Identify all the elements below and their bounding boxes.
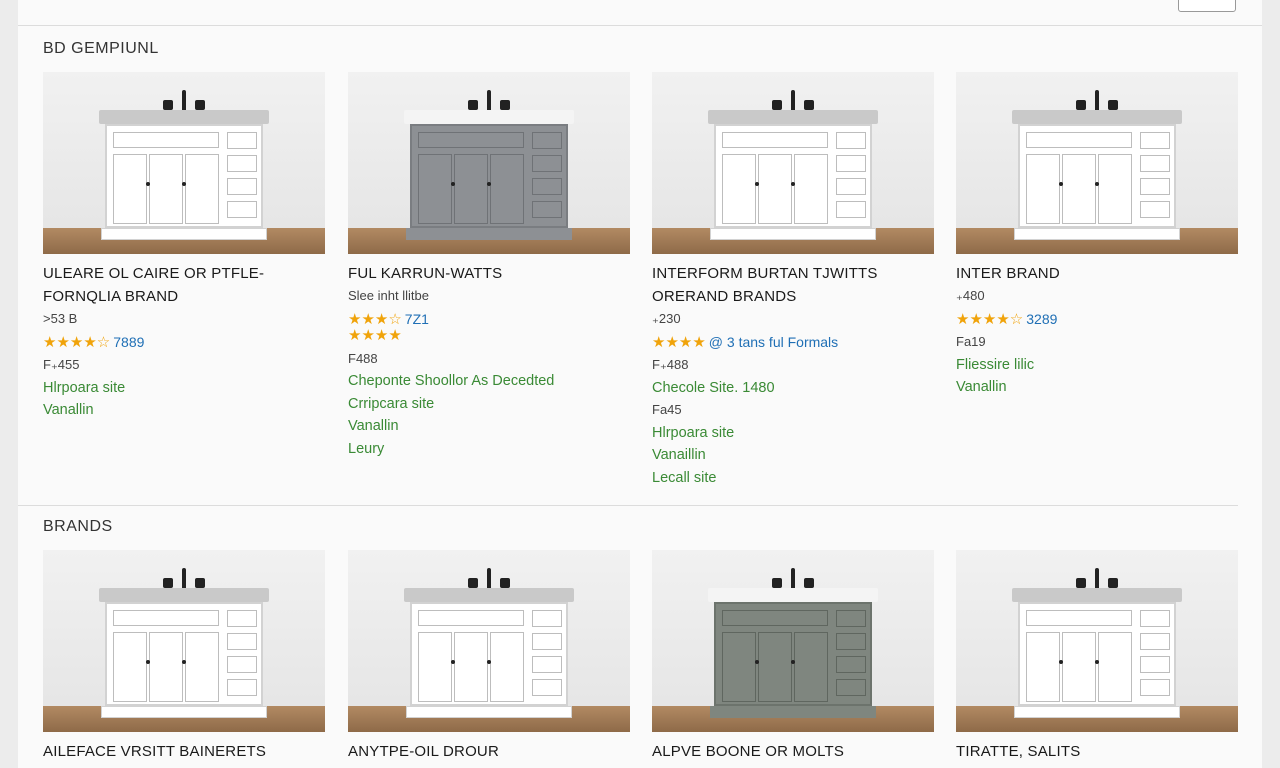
star-empty-icon: ☆ xyxy=(1009,310,1024,328)
product-link[interactable]: Fliessire lilic xyxy=(956,354,1238,377)
product-link[interactable]: Leury xyxy=(348,438,630,461)
vanity-illustration xyxy=(708,90,878,246)
product-card[interactable]: ANYTPE-OIL DROUR xyxy=(348,550,630,768)
page: BD GEMPIUNL ULEARE OL CAIRE OR PTFLE- FO… xyxy=(18,0,1262,768)
star-rating: ★★★★ xyxy=(652,333,706,351)
product-title[interactable]: ULEARE OL CAIRE OR PTFLE- FORNQLIA BRAND xyxy=(43,262,325,308)
vanity-illustration xyxy=(99,568,269,724)
product-image[interactable] xyxy=(652,72,934,254)
section-divider xyxy=(18,505,1238,506)
star-rating: ★★★★ xyxy=(956,310,1010,328)
star-empty-icon: ★ xyxy=(388,327,402,344)
product-image[interactable] xyxy=(348,72,630,254)
product-line: Fa45 xyxy=(652,402,682,417)
vanity-illustration xyxy=(1012,90,1182,246)
rating-count[interactable]: @ 3 tans ful Formals xyxy=(709,334,838,350)
product-card[interactable]: ALPVE BOONE OR MOLTS xyxy=(652,550,934,768)
product-link[interactable]: Vanallin xyxy=(956,376,1238,399)
rating-row-2: ★★★★ xyxy=(348,325,630,348)
rating-row[interactable]: ★★★★ @ 3 tans ful Formals xyxy=(652,331,934,355)
product-title[interactable]: TIRATTE, SALITS xyxy=(956,740,1238,768)
product-link[interactable]: Crripcara site xyxy=(348,393,630,416)
vanity-illustration xyxy=(708,568,878,724)
product-image[interactable] xyxy=(956,72,1238,254)
product-title[interactable]: INTERFORM BURTAN TJWITTS ORERAND BRANDS xyxy=(652,262,934,308)
product-image[interactable] xyxy=(43,72,325,254)
star-rating: ★★★★ xyxy=(43,333,97,351)
product-subtitle: >53 B xyxy=(43,311,78,326)
section-title-1: BD GEMPIUNL xyxy=(43,40,159,57)
product-title[interactable]: AILEFACE VRSITT BAINERETS xyxy=(43,740,325,768)
toolbar-button[interactable] xyxy=(1178,0,1236,12)
product-card[interactable]: TIRATTE, SALITS xyxy=(956,550,1238,768)
product-link[interactable]: Vanallin xyxy=(43,399,325,422)
product-subtitle: ₊480 xyxy=(956,288,985,303)
top-toolbar xyxy=(18,0,1262,26)
product-image[interactable] xyxy=(956,550,1238,732)
rating-row[interactable]: ★★★★☆ 3289 xyxy=(956,308,1238,332)
product-price: F₊488 xyxy=(652,357,689,372)
product-card[interactable]: ULEARE OL CAIRE OR PTFLE- FORNQLIA BRAND… xyxy=(43,72,325,422)
section-title-2: BRANDS xyxy=(43,518,113,535)
product-link[interactable]: Vanaillin xyxy=(652,444,934,467)
star-empty-icon: ☆ xyxy=(96,333,111,351)
product-price: Fa19 xyxy=(956,334,986,349)
product-price: F488 xyxy=(348,350,378,366)
rating-count[interactable]: 7Z1 xyxy=(405,311,429,327)
product-link[interactable]: Hlrpoara site xyxy=(652,422,934,445)
rating-count[interactable]: 3289 xyxy=(1026,311,1057,327)
product-image[interactable] xyxy=(348,550,630,732)
vanity-illustration xyxy=(99,90,269,246)
product-title[interactable]: ANYTPE-OIL DROUR xyxy=(348,740,630,768)
vanity-illustration xyxy=(404,90,574,246)
product-link[interactable]: Lecall site xyxy=(652,467,934,490)
star-rating: ★★★ xyxy=(348,327,389,344)
product-link[interactable]: Cheponte Shoollor As Decedted xyxy=(348,370,630,393)
product-subtitle: Slee inht llitbe xyxy=(348,288,429,303)
product-link-text[interactable]: Checole Site. 1480 xyxy=(652,380,775,396)
product-image[interactable] xyxy=(43,550,325,732)
rating-count[interactable]: 7889 xyxy=(113,334,144,350)
product-card[interactable]: AILEFACE VRSITT BAINERETS xyxy=(43,550,325,768)
product-title[interactable]: ALPVE BOONE OR MOLTS xyxy=(652,740,934,768)
product-link[interactable]: Checole Site. 1480 xyxy=(652,377,934,400)
product-card[interactable]: INTER BRAND ₊480 ★★★★☆ 3289 Fa19 Fliessir… xyxy=(956,72,1238,399)
rating-row[interactable]: ★★★★☆ 7889 xyxy=(43,331,325,355)
product-price: F₊455 xyxy=(43,357,80,372)
product-card[interactable]: INTERFORM BURTAN TJWITTS ORERAND BRANDS … xyxy=(652,72,934,489)
product-link[interactable]: Hlrpoara site xyxy=(43,377,325,400)
product-card[interactable]: FUL KARRUN-WATTS Slee inht llitbe ★★★☆ 7Z… xyxy=(348,72,630,460)
product-subtitle: ₊230 xyxy=(652,311,681,326)
product-image[interactable] xyxy=(652,550,934,732)
vanity-illustration xyxy=(1012,568,1182,724)
product-link[interactable]: Vanallin xyxy=(348,415,630,438)
vanity-illustration xyxy=(404,568,574,724)
